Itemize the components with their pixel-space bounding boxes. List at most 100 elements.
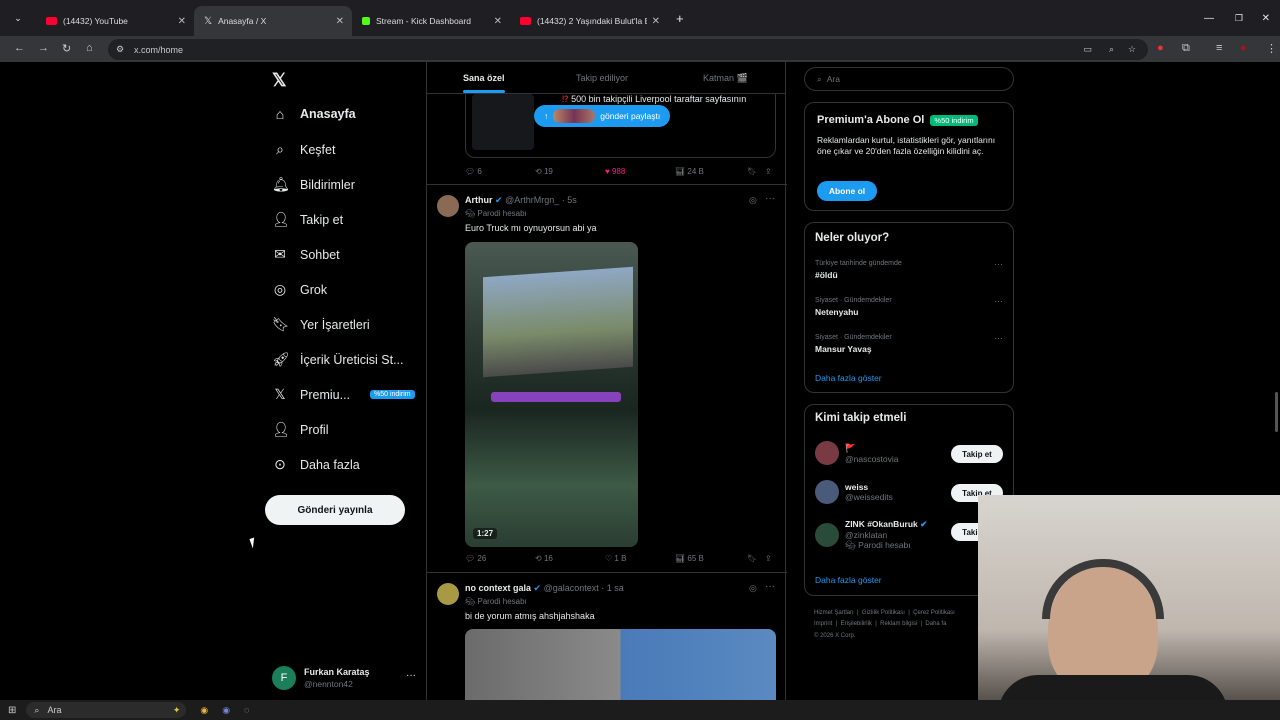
nav-follow[interactable]: 👤︎ Takip et (272, 211, 343, 228)
post-button[interactable]: Gönderi yayınla (265, 495, 405, 525)
close-icon[interactable]: ✕ (494, 16, 502, 27)
nav-creator-studio[interactable]: 🚀︎ İçerik Üreticisi St... (272, 351, 404, 368)
like-button[interactable]: ♡ 1 B (605, 554, 626, 563)
trend-item[interactable]: Siyaset · Gündemdekiler Netenyahu (815, 297, 892, 317)
close-icon[interactable]: ✕ (336, 16, 344, 27)
share-post-button[interactable]: ↑ gönderi paylaştı (534, 105, 671, 127)
tweet-partial[interactable]: ⁉︎ 500 bin takipçili Liverpool taraftar … (427, 94, 787, 185)
footer-link[interactable]: Erişilebilirlik (841, 621, 872, 627)
zoom-icon[interactable]: ⌕ (1109, 44, 1114, 55)
footer-link[interactable]: Reklam bilgisi (880, 621, 917, 627)
share-icon[interactable]: ⇪ (765, 554, 772, 563)
close-window-icon[interactable]: ✕ (1262, 13, 1270, 24)
author-handle[interactable]: @ArthrMrgn_ (505, 195, 559, 205)
scrollbar[interactable] (1275, 392, 1278, 432)
close-icon[interactable]: ✕ (652, 16, 660, 27)
grok-icon[interactable]: ◎ (749, 195, 757, 206)
nav-home[interactable]: ⌂ Anasayfa (272, 106, 356, 122)
bookmark-star-icon[interactable]: ☆ (1128, 44, 1136, 55)
author-handle[interactable]: @galacontext (544, 583, 599, 593)
share-icon[interactable]: ⇪ (765, 167, 772, 176)
more-icon[interactable]: ··· (406, 670, 416, 681)
windows-start-icon[interactable]: ⊞ (8, 705, 16, 716)
tab-list-icon[interactable]: ⌄ (0, 13, 36, 24)
reload-icon[interactable]: ↻ (62, 42, 71, 55)
url-input[interactable]: ⚙ x.com/home ▭ ⌕ ☆ (108, 39, 1148, 60)
tab-x-home[interactable]: 𝕏 Anasayfa / X ✕ (194, 6, 352, 36)
restore-icon[interactable]: ❐ (1235, 13, 1243, 24)
more-icon[interactable]: ··· (994, 333, 1003, 343)
author-name[interactable]: Arthur (465, 195, 493, 205)
subscribe-button[interactable]: Abone ol (817, 181, 877, 201)
nav-bookmarks[interactable]: 🔖︎ Yer İşaretleri (272, 316, 370, 333)
more-icon[interactable]: ··· (994, 259, 1003, 269)
nav-premium[interactable]: 𝕏 Premiu... %50 indirim (272, 386, 415, 403)
tab-following[interactable]: Takip ediliyor (576, 73, 628, 83)
tweet-time[interactable]: · 1 sa (601, 583, 624, 593)
footer-link[interactable]: Hizmet Şartları (814, 610, 854, 616)
repost-button[interactable]: ⟲ 16 (535, 554, 553, 563)
views-button[interactable]: 📊︎ 24 B (675, 167, 704, 176)
tweet[interactable]: no context gala ✔ @galacontext · 1 sa ◎ … (427, 573, 787, 700)
show-more-link[interactable]: Daha fazla göster (815, 373, 882, 383)
more-icon[interactable]: ··· (765, 193, 775, 204)
search-input[interactable]: ⌕ Ara (804, 67, 1014, 91)
views-button[interactable]: 📊︎ 65 B (675, 554, 704, 563)
tab-layer[interactable]: Katman 🎬 (703, 73, 748, 84)
footer-link[interactable]: Imprint (814, 621, 832, 627)
minimize-icon[interactable]: — (1204, 13, 1214, 24)
home-icon[interactable]: ⌂ (86, 42, 93, 54)
footer-link[interactable]: Gizlilik Politikası (862, 610, 905, 616)
account-switcher[interactable]: F Furkan Karataş @nennton42 ··· (272, 666, 422, 694)
chrome-icon[interactable]: ◉ (200, 705, 208, 716)
avatar[interactable] (437, 583, 459, 605)
trend-item[interactable]: Türkiye tarihinde gündemde #öldü (815, 260, 902, 280)
extension-red-icon[interactable]: ● (1157, 42, 1164, 54)
video-player[interactable]: 1:27 (465, 242, 638, 547)
follow-suggestion[interactable]: weiss @weissedits (815, 480, 893, 504)
avatar[interactable] (437, 195, 459, 217)
install-icon[interactable]: ▭ (1083, 44, 1092, 55)
back-icon[interactable]: ← (14, 42, 25, 54)
reply-button[interactable]: 💬︎ 6 (465, 167, 482, 176)
tab-youtube[interactable]: (14432) YouTube ✕ (36, 6, 194, 36)
tab-for-you[interactable]: Sana özel (463, 73, 505, 83)
author-name[interactable]: no context gala (465, 583, 531, 593)
extensions-icon[interactable]: ⧉ (1182, 42, 1190, 55)
reply-button[interactable]: 💬︎ 26 (465, 554, 486, 563)
profile-avatar-icon[interactable]: ● (1240, 42, 1247, 54)
discord-icon[interactable]: ◉ (222, 705, 230, 716)
close-icon[interactable]: ✕ (178, 16, 186, 27)
taskbar-search[interactable]: ⌕ Ara ✦ (26, 702, 187, 718)
like-button[interactable]: ♥ 988 (605, 167, 625, 176)
tab-youtube-2[interactable]: (14432) 2 Yaşındaki Bulut'la Bir ✕ (510, 6, 668, 36)
nav-grok[interactable]: ◎ Grok (272, 281, 327, 298)
nav-more[interactable]: ⊙ Daha fazla (272, 456, 360, 473)
bookmark-icon[interactable]: 🔖︎ (747, 167, 757, 176)
tweet-image[interactable] (465, 629, 776, 700)
app-icon[interactable]: ◌ (244, 705, 249, 715)
grok-icon[interactable]: ◎ (749, 583, 757, 594)
bookmark-icon[interactable]: 🔖︎ (747, 554, 757, 563)
footer-link[interactable]: Daha fa (925, 621, 946, 627)
follow-suggestion[interactable]: 🚩 @nascostovia (815, 441, 899, 465)
media-icon[interactable]: ≡ (1216, 42, 1222, 54)
new-tab-icon[interactable]: + (676, 11, 684, 26)
nav-chat[interactable]: ✉ Sohbet (272, 246, 340, 263)
x-logo-icon[interactable]: 𝕏 (272, 70, 287, 91)
site-info-icon[interactable]: ⚙ (116, 44, 124, 55)
nav-explore[interactable]: ⌕ Keşfet (272, 141, 335, 158)
nav-notifications[interactable]: 🔔︎ Bildirimler (272, 176, 355, 193)
tweet[interactable]: Arthur ✔ @ArthrMrgn_ · 5s ◎ ··· 🎭︎ Parod… (427, 185, 787, 573)
follow-button[interactable]: Takip et (951, 445, 1003, 463)
tweet-time[interactable]: · 5s (562, 195, 577, 205)
follow-suggestion[interactable]: ZINK #OkanBuruk ✔ @zinklatan 🎭︎ Parodi hes… (815, 519, 927, 551)
tab-kick[interactable]: Stream - Kick Dashboard ✕ (352, 6, 510, 36)
browser-menu-icon[interactable]: ⋮ (1266, 42, 1277, 55)
forward-icon[interactable]: → (38, 42, 49, 54)
repost-button[interactable]: ⟲ 19 (535, 167, 553, 176)
nav-profile[interactable]: 👤︎ Profil (272, 421, 328, 438)
quoted-media-card[interactable]: ⁉︎ 500 bin takipçili Liverpool taraftar … (465, 94, 776, 158)
trend-item[interactable]: Siyaset · Gündemdekiler Mansur Yavaş (815, 334, 892, 354)
footer-link[interactable]: Çerez Politikası (913, 610, 955, 616)
